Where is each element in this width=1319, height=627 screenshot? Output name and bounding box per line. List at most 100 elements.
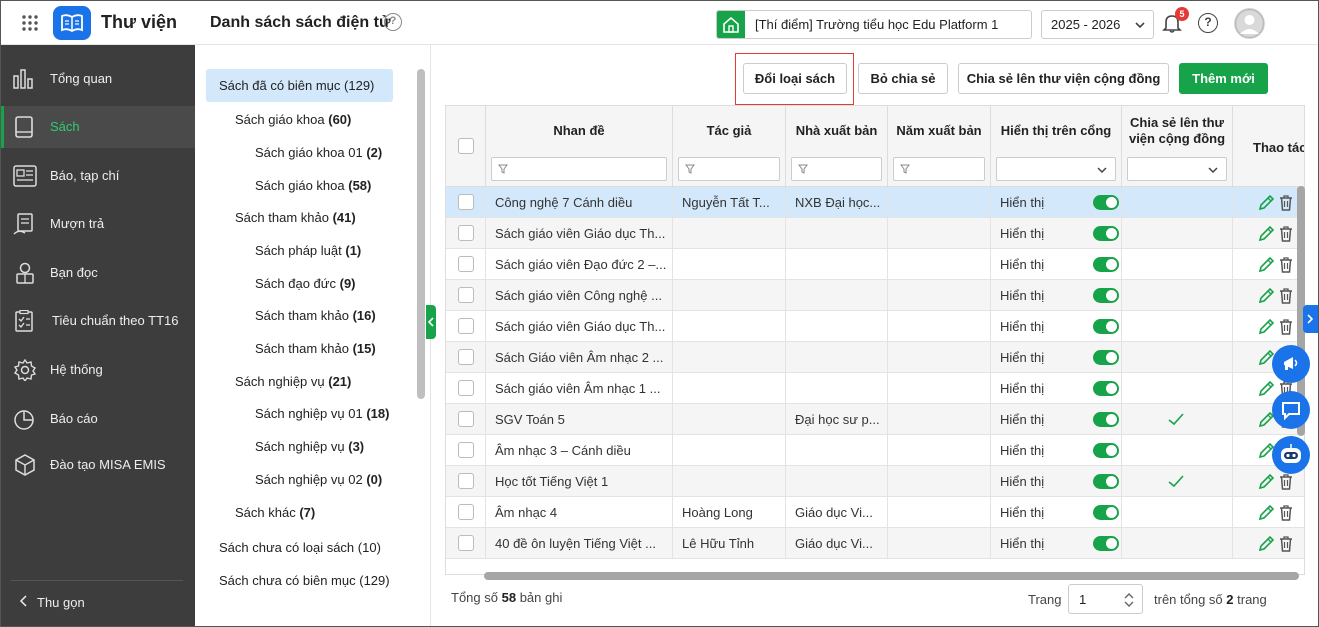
row-checkbox[interactable] — [458, 349, 474, 365]
unshare-button[interactable]: Bỏ chia sẻ — [858, 63, 948, 94]
row-checkbox[interactable] — [458, 225, 474, 241]
edit-pencil-icon[interactable] — [1258, 380, 1274, 397]
sidebar-item-borrow[interactable]: Mượn trả — [1, 203, 195, 245]
trash-icon[interactable] — [1279, 225, 1293, 242]
tree-item[interactable]: Sách giáo khoa (58) — [255, 178, 371, 193]
show-portal-toggle[interactable] — [1093, 350, 1119, 365]
trash-icon[interactable] — [1279, 318, 1293, 335]
tree-item-cataloged[interactable]: Sách đã có biên mục (129) — [206, 69, 393, 102]
tree-item[interactable]: Sách giáo khoa 01 (2) — [255, 145, 382, 160]
table-row[interactable]: Sách giáo viên Đạo đức 2 –... Hiển thị — [446, 249, 1304, 280]
change-type-button[interactable]: Đổi loại sách — [743, 63, 847, 94]
page-number-input[interactable]: 1 — [1068, 584, 1143, 614]
share-community-button[interactable]: Chia sẻ lên thư viện cộng đồng — [958, 63, 1169, 94]
show-portal-toggle[interactable] — [1093, 536, 1119, 551]
horizontal-scrollbar[interactable] — [484, 572, 1299, 580]
edit-pencil-icon[interactable] — [1258, 473, 1274, 490]
collapse-sidebar-button[interactable]: Thu gọn — [19, 595, 85, 610]
tree-item[interactable]: Sách nghiệp vụ 02 (0) — [255, 472, 382, 487]
show-portal-filter-select[interactable] — [996, 157, 1116, 181]
show-portal-toggle[interactable] — [1093, 288, 1119, 303]
show-portal-toggle[interactable] — [1093, 412, 1119, 427]
sidebar-item-system[interactable]: Hệ thống — [1, 349, 195, 391]
tree-item[interactable]: Sách tham khảo (41) — [235, 210, 356, 225]
row-checkbox[interactable] — [458, 504, 474, 520]
tree-item[interactable]: Sách pháp luật (1) — [255, 243, 361, 258]
edit-pencil-icon[interactable] — [1258, 535, 1274, 552]
add-new-button[interactable]: Thêm mới — [1179, 63, 1268, 94]
edit-pencil-icon[interactable] — [1258, 504, 1274, 521]
table-row[interactable]: Sách giáo viên Âm nhạc 1 ... Hiển thị — [446, 373, 1304, 404]
show-portal-toggle[interactable] — [1093, 443, 1119, 458]
table-row[interactable]: Âm nhạc 4 Hoàng Long Giáo dục Vi... Hiển th… — [446, 497, 1304, 528]
trash-icon[interactable] — [1279, 535, 1293, 552]
assistant-bot-fab[interactable] — [1272, 436, 1310, 474]
show-portal-toggle[interactable] — [1093, 195, 1119, 210]
show-portal-toggle[interactable] — [1093, 381, 1119, 396]
author-filter-input[interactable] — [678, 157, 780, 181]
row-checkbox[interactable] — [458, 287, 474, 303]
table-row[interactable]: Công nghệ 7 Cánh diều Nguyễn Tất T... NXB … — [446, 187, 1304, 218]
row-checkbox[interactable] — [458, 256, 474, 272]
school-selector[interactable]: [Thí điểm] Trường tiểu học Edu Platform … — [716, 10, 1032, 39]
show-portal-toggle[interactable] — [1093, 505, 1119, 520]
table-row[interactable]: Sách giáo viên Giáo dục Th... Hiển thị — [446, 311, 1304, 342]
tree-item-uncategorized[interactable]: Sách chưa có loại sách (10) — [219, 540, 381, 555]
row-checkbox[interactable] — [458, 535, 474, 551]
year-filter-input[interactable] — [893, 157, 985, 181]
table-row[interactable]: Âm nhạc 3 – Cánh diều Hiển thị — [446, 435, 1304, 466]
apps-grid-icon[interactable] — [21, 14, 39, 32]
tree-item[interactable]: Sách khác (7) — [235, 505, 315, 520]
tree-item[interactable]: Sách tham khảo (15) — [255, 341, 376, 356]
trash-icon[interactable] — [1279, 256, 1293, 273]
avatar[interactable] — [1234, 8, 1265, 39]
show-portal-toggle[interactable] — [1093, 257, 1119, 272]
table-row[interactable]: SGV Toán 5 Đại học sư p... Hiển thị — [446, 404, 1304, 435]
sidebar-item-books[interactable]: Sách — [1, 106, 195, 148]
row-checkbox[interactable] — [458, 473, 474, 489]
help-circle-icon[interactable]: ? — [1198, 13, 1218, 33]
school-year-select[interactable]: 2025 - 2026 — [1041, 10, 1154, 39]
row-checkbox[interactable] — [458, 442, 474, 458]
tree-collapse-handle[interactable] — [426, 305, 436, 339]
trash-icon[interactable] — [1279, 194, 1293, 211]
chat-fab[interactable] — [1272, 391, 1310, 429]
edit-pencil-icon[interactable] — [1258, 256, 1274, 273]
show-portal-toggle[interactable] — [1093, 319, 1119, 334]
edit-pencil-icon[interactable] — [1258, 194, 1274, 211]
row-checkbox[interactable] — [458, 411, 474, 427]
tree-item[interactable]: Sách giáo khoa (60) — [235, 112, 351, 127]
sidebar-item-overview[interactable]: Tổng quan — [1, 58, 195, 100]
show-portal-toggle[interactable] — [1093, 226, 1119, 241]
table-row[interactable]: Sách giáo viên Giáo dục Th... Hiển thị — [446, 218, 1304, 249]
show-portal-toggle[interactable] — [1093, 474, 1119, 489]
sidebar-item-training[interactable]: Đào tạo MISA EMIS — [1, 444, 195, 486]
row-checkbox[interactable] — [458, 380, 474, 396]
tree-item-uncataloged[interactable]: Sách chưa có biên mục (129) — [219, 573, 390, 588]
trash-icon[interactable] — [1279, 504, 1293, 521]
tree-item[interactable]: Sách nghiệp vụ (21) — [235, 374, 351, 389]
table-row[interactable]: 40 đề ôn luyện Tiếng Việt ... Lê Hữu Tỉnh… — [446, 528, 1304, 559]
row-checkbox[interactable] — [458, 318, 474, 334]
table-row[interactable]: Sách Giáo viên Âm nhạc 2 ... Hiển thị — [446, 342, 1304, 373]
tree-item[interactable]: Sách đạo đức (9) — [255, 276, 356, 291]
sidebar-item-readers[interactable]: Bạn đọc — [1, 252, 195, 294]
tree-item[interactable]: Sách tham khảo (16) — [255, 308, 376, 323]
tree-item[interactable]: Sách nghiệp vụ (3) — [255, 439, 364, 454]
trash-icon[interactable] — [1279, 473, 1293, 490]
trash-icon[interactable] — [1279, 287, 1293, 304]
edit-pencil-icon[interactable] — [1258, 287, 1274, 304]
tree-scrollbar[interactable] — [417, 69, 425, 399]
tree-item[interactable]: Sách nghiệp vụ 01 (18) — [255, 406, 389, 421]
stepper-icon[interactable] — [1124, 592, 1134, 608]
publisher-filter-input[interactable] — [791, 157, 882, 181]
edit-pencil-icon[interactable] — [1258, 225, 1274, 242]
title-filter-input[interactable] — [491, 157, 667, 181]
help-icon[interactable]: ? — [384, 13, 402, 31]
share-filter-select[interactable] — [1127, 157, 1227, 181]
row-checkbox[interactable] — [458, 194, 474, 210]
sidebar-item-newspapers[interactable]: Báo, tạp chí — [1, 155, 195, 197]
table-row[interactable]: Sách giáo viên Công nghệ ... Hiển thị — [446, 280, 1304, 311]
megaphone-fab[interactable] — [1272, 345, 1310, 383]
edit-pencil-icon[interactable] — [1258, 318, 1274, 335]
